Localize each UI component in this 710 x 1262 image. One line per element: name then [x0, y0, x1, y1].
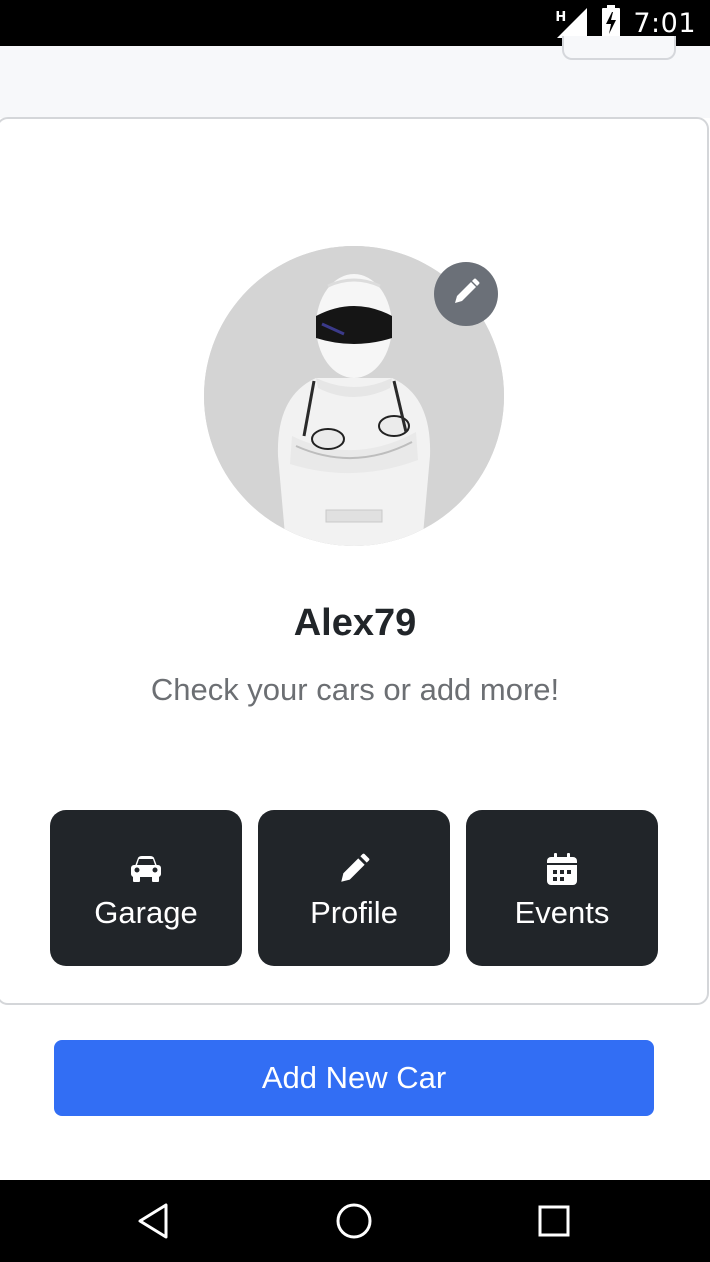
tagline: Check your cars or add more! — [150, 672, 560, 707]
events-label: Events — [514, 895, 610, 930]
network-type-label: H — [555, 10, 567, 25]
action-buttons: Garage Profile Events — [50, 810, 658, 966]
signal-icon: H — [555, 6, 589, 40]
recents-icon[interactable] — [509, 1180, 599, 1262]
home-icon[interactable] — [309, 1180, 399, 1262]
add-new-car-button[interactable]: Add New Car — [54, 1040, 654, 1116]
top-header-strip — [0, 36, 710, 118]
garage-button[interactable]: Garage — [50, 810, 242, 966]
system-nav-bar — [0, 1180, 710, 1262]
header-button[interactable] — [562, 36, 676, 60]
garage-label: Garage — [94, 895, 198, 930]
pencil-icon — [450, 276, 482, 313]
pencil-icon — [337, 849, 371, 889]
profile-label: Profile — [310, 895, 398, 930]
profile-button[interactable]: Profile — [258, 810, 450, 966]
avatar-edit-button[interactable] — [434, 262, 498, 326]
username: Alex79 — [293, 602, 417, 644]
events-button[interactable]: Events — [466, 810, 658, 966]
car-icon — [129, 849, 163, 889]
status-time: 7:01 — [633, 7, 696, 39]
back-icon[interactable] — [109, 1180, 199, 1262]
calendar-icon — [546, 849, 578, 889]
